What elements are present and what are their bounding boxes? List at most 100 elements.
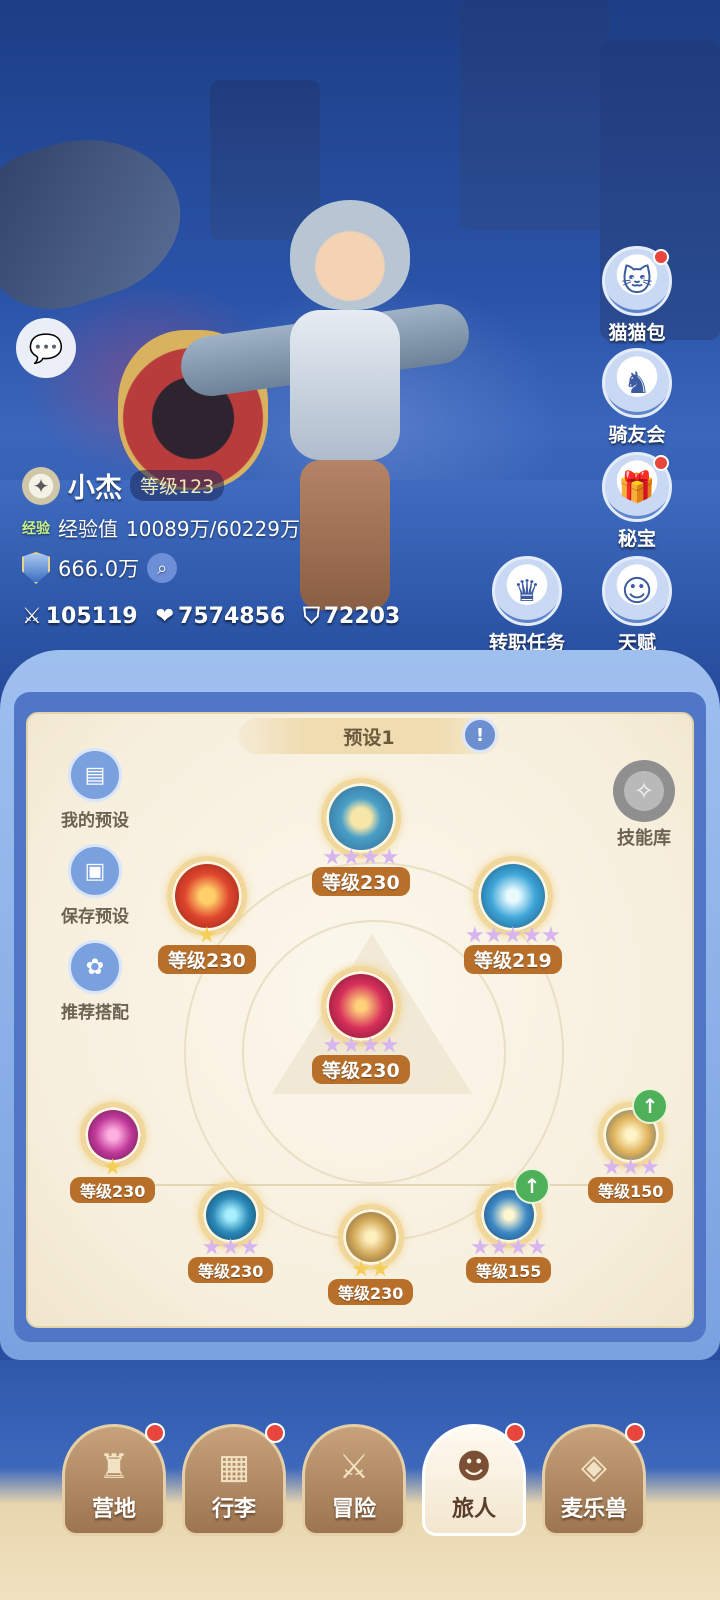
- star-icon: [380, 1036, 398, 1053]
- crown-icon: ♛: [492, 556, 562, 626]
- nav-melebeast-label: 麦乐兽: [560, 1497, 627, 1522]
- player-name: 小杰: [68, 473, 122, 504]
- skill-slot[interactable]: 等级230: [312, 966, 410, 1084]
- star-icon: [603, 1158, 621, 1175]
- notification-dot: [505, 1423, 525, 1443]
- horse-icon: ♞: [602, 348, 672, 418]
- star-icon: [641, 1158, 659, 1175]
- star-icon: [342, 1036, 360, 1053]
- star-icon: [203, 1238, 221, 1255]
- star-icon: [490, 1238, 508, 1255]
- nav-melebeast[interactable]: ◈ 麦乐兽: [542, 1423, 646, 1536]
- star-icon: [471, 1238, 489, 1255]
- skill-slot[interactable]: 等级230: [158, 856, 256, 974]
- job-quest-button[interactable]: ♛ 转职任务: [472, 556, 582, 655]
- star-icon: [361, 848, 379, 865]
- star-icon: [466, 926, 484, 943]
- chest-icon: ▦: [217, 1447, 251, 1487]
- notification-dot: [625, 1423, 645, 1443]
- skill-stars: [466, 926, 560, 944]
- star-icon: [352, 1260, 370, 1277]
- preset-selector[interactable]: 预设1: [238, 718, 500, 754]
- skill-stars: [104, 1158, 122, 1176]
- skill-level: 等级230: [312, 867, 410, 896]
- star-icon: [380, 848, 398, 865]
- nav-adventure[interactable]: ⚔ 冒险: [302, 1424, 406, 1536]
- skill-stars: [603, 1158, 659, 1176]
- fox-icon: ◈: [580, 1447, 608, 1487]
- traveler-icon: ☻: [456, 1447, 492, 1487]
- nav-camp[interactable]: ♜ 营地: [62, 1423, 166, 1536]
- skill-slot[interactable]: 等级230: [188, 1182, 274, 1283]
- skill-level: 等级230: [312, 1055, 410, 1084]
- skill-slot[interactable]: 等级230: [312, 778, 410, 896]
- notification-dot: [145, 1423, 165, 1443]
- recommended-build-button[interactable]: ✿ 推荐搭配: [50, 940, 140, 1023]
- character-head: [290, 200, 410, 310]
- upgrade-arrow-icon[interactable]: ↑: [632, 1088, 668, 1124]
- attack-icon: ⚔: [22, 604, 42, 629]
- recommend-icon: ✿: [68, 940, 122, 994]
- skill-slot[interactable]: 等级230: [70, 1102, 156, 1203]
- nav-traveler-label: 旅人: [451, 1497, 496, 1522]
- notification-dot: [265, 1423, 285, 1443]
- power-shield-icon: [22, 552, 50, 584]
- skill-level: 等级219: [464, 945, 562, 974]
- nav-traveler[interactable]: ☻ 旅人: [422, 1423, 526, 1536]
- skill-library-button[interactable]: ✧ 技能库: [594, 760, 694, 850]
- skill-level: 等级230: [158, 945, 256, 974]
- skill-level: 等级230: [70, 1177, 156, 1203]
- preset-info-icon[interactable]: !: [462, 717, 498, 753]
- rank-emblem-icon[interactable]: ✦: [22, 466, 60, 505]
- star-icon: [104, 1158, 122, 1175]
- cat-bag-button[interactable]: 🐱 猫猫包: [592, 246, 682, 345]
- riders-club-button[interactable]: ♞ 骑友会: [592, 348, 682, 447]
- star-icon: [504, 926, 522, 943]
- cards-icon: ▤: [68, 748, 122, 802]
- skill-spear-icon: [320, 966, 401, 1046]
- defense-value: 72203: [323, 604, 401, 629]
- attack-value: 105119: [45, 604, 138, 629]
- preset-title: 预设1: [343, 726, 395, 749]
- character-body: [290, 310, 400, 460]
- notification-dot: [653, 455, 669, 471]
- skill-stars: [352, 1260, 389, 1278]
- notification-dot: [653, 249, 669, 265]
- my-presets-button[interactable]: ▤ 我的预设: [50, 748, 140, 831]
- star-icon: [198, 926, 216, 943]
- save-preset-label: 保存预设: [61, 907, 129, 927]
- stats-row: ⚔ 105119 ❤ 7574856 ⛉ 72203: [22, 604, 400, 629]
- talent-button[interactable]: ☺ 天赋: [592, 556, 682, 655]
- upgrade-arrow-icon[interactable]: ↑: [514, 1168, 550, 1204]
- star-icon: [222, 1238, 240, 1255]
- heart-icon: ❤: [155, 604, 175, 629]
- skill-wind-icon: [472, 856, 553, 936]
- search-icon[interactable]: ⌕: [147, 553, 178, 583]
- save-preset-button[interactable]: ▣ 保存预设: [50, 844, 140, 927]
- nav-luggage[interactable]: ▦ 行李: [182, 1423, 286, 1536]
- cat-bag-label: 猫猫包: [608, 322, 666, 344]
- treasure-icon: 🎁: [602, 452, 672, 522]
- exp-tag: 经验: [22, 520, 50, 537]
- skill-light-icon: [320, 778, 401, 858]
- save-icon: ▣: [68, 844, 122, 898]
- skill-slot[interactable]: 等级230: [328, 1204, 414, 1305]
- treasure-button[interactable]: 🎁 秘宝: [592, 452, 682, 551]
- skill-library-label: 技能库: [617, 828, 671, 849]
- star-icon: [485, 926, 503, 943]
- skill-level: 等级230: [188, 1257, 274, 1283]
- cat-bag-icon: 🐱: [602, 246, 672, 316]
- skill-slot[interactable]: 等级219: [464, 856, 562, 974]
- exp-label: 经验值: [58, 517, 118, 541]
- chat-icon[interactable]: 💬: [16, 318, 76, 378]
- player-character[interactable]: [177, 190, 473, 630]
- player-info: ✦ 小杰 等级123 经验 经验值 10089万/60229万 666.0万 ⌕: [22, 466, 300, 584]
- defense-icon: ⛉: [303, 604, 320, 629]
- player-level: 等级123: [130, 470, 225, 501]
- swords-icon: ⚔: [338, 1447, 370, 1487]
- treasure-label: 秘宝: [617, 528, 656, 550]
- nav-camp-label: 营地: [91, 1497, 136, 1522]
- recommended-build-label: 推荐搭配: [61, 1003, 129, 1023]
- hp-value: 7574856: [178, 604, 286, 629]
- star-icon: [361, 1036, 379, 1053]
